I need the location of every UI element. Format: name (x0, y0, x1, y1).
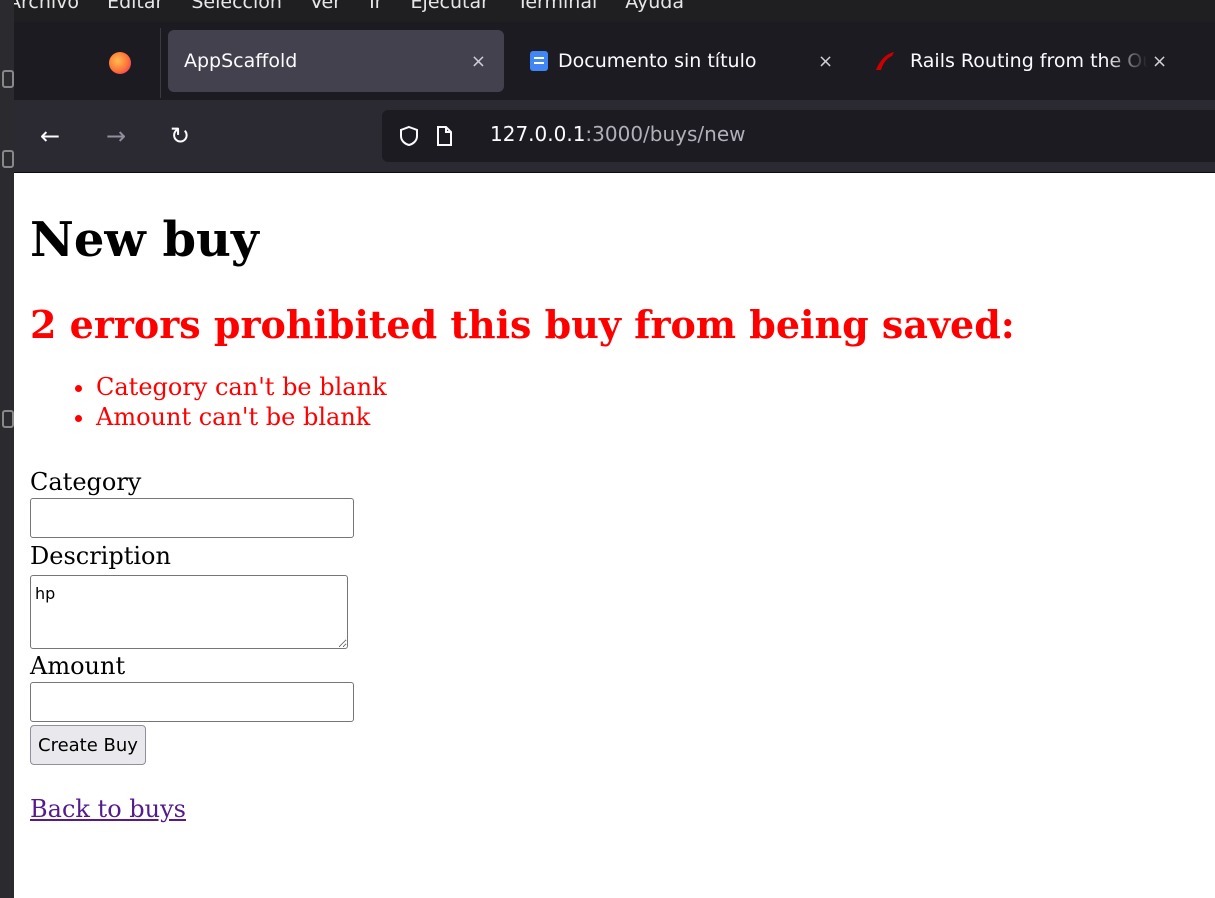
menu-ver[interactable]: Ver (310, 0, 341, 13)
tab-strip: AppScaffold × Documento sin título × Rai… (14, 22, 1215, 100)
close-icon[interactable]: × (471, 51, 486, 72)
rails-icon (876, 52, 894, 70)
error-heading: 2 errors prohibited this buy from being … (30, 302, 1015, 347)
error-list: Category can't be blank Amount can't be … (30, 372, 1200, 432)
error-item: Amount can't be blank (96, 402, 1200, 432)
create-buy-button[interactable]: Create Buy (30, 725, 146, 765)
tab-rails-guides[interactable]: Rails Routing from the Outside In × (870, 30, 1190, 92)
description-textarea[interactable]: hp (30, 575, 348, 649)
amount-input[interactable] (30, 682, 354, 722)
dock-icon[interactable] (2, 410, 14, 428)
tab-google-docs[interactable]: Documento sin título × (526, 30, 846, 92)
category-label: Category (30, 468, 142, 496)
os-menubar: Archivo Editar Selección Ver Ir Ejecutar… (0, 0, 1215, 22)
close-icon[interactable]: × (1152, 51, 1167, 72)
close-icon[interactable]: × (818, 51, 833, 72)
page-title: New buy (30, 212, 259, 268)
google-docs-icon (530, 51, 548, 71)
url-host: 127.0.0.1 (490, 122, 586, 146)
error-item: Category can't be blank (96, 372, 1200, 402)
dock-icon[interactable] (2, 150, 14, 168)
description-label: Description (30, 542, 171, 570)
reload-icon[interactable]: ↻ (170, 122, 190, 150)
menu-seleccion[interactable]: Selección (191, 0, 282, 13)
menu-ir[interactable]: Ir (369, 0, 382, 13)
back-arrow-icon[interactable]: ← (40, 122, 60, 150)
url-path: :3000/buys/new (585, 122, 746, 146)
menu-terminal[interactable]: Terminal (517, 0, 597, 13)
category-input[interactable] (30, 498, 354, 538)
address-bar[interactable]: 127.0.0.1:3000/buys/new (382, 110, 1215, 162)
menu-ayuda[interactable]: Ayuda (625, 0, 684, 13)
tab-title: Documento sin título (558, 50, 757, 72)
shield-icon[interactable] (398, 125, 420, 147)
tab-appscaffold[interactable]: AppScaffold × (168, 30, 504, 92)
url-text: 127.0.0.1:3000/buys/new (490, 122, 746, 146)
back-to-buys-link[interactable]: Back to buys (30, 795, 186, 823)
page-content: New buy 2 errors prohibited this buy fro… (30, 200, 1200, 823)
firefox-icon[interactable] (109, 52, 131, 74)
amount-label: Amount (30, 652, 126, 680)
menu-ejecutar[interactable]: Ejecutar (411, 0, 489, 13)
tab-divider (160, 28, 161, 98)
navigation-toolbar: ← → ↻ 127.0.0.1:3000/buys/new (14, 100, 1215, 173)
side-dock (0, 0, 14, 898)
menu-editar[interactable]: Editar (107, 0, 163, 13)
tab-title: AppScaffold (184, 50, 298, 72)
page-info-icon[interactable] (434, 125, 454, 147)
menu-archivo[interactable]: Archivo (8, 0, 79, 13)
dock-icon[interactable] (2, 70, 14, 88)
forward-arrow-icon[interactable]: → (106, 122, 126, 150)
tab-title: Rails Routing from the Outside In (910, 50, 1148, 72)
